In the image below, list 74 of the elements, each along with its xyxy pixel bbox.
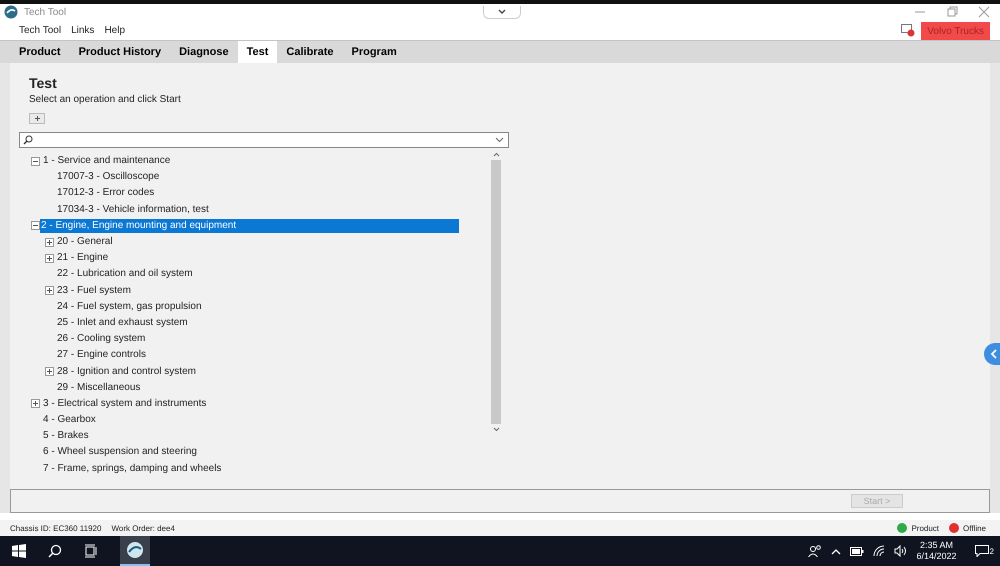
tab[interactable]: Product xyxy=(10,41,70,63)
taskbar-clock[interactable]: 2:35 AM 6/14/2022 xyxy=(916,540,957,562)
windows-start-icon[interactable] xyxy=(12,544,26,558)
close-icon[interactable] xyxy=(978,6,990,18)
menu-item[interactable]: Links xyxy=(66,24,100,36)
tree-item[interactable]: 2 - Engine, Engine mounting and equipment xyxy=(40,218,459,233)
chevron-up-icon[interactable] xyxy=(830,548,840,554)
scroll-up-icon[interactable] xyxy=(492,152,500,157)
page-heading: Test xyxy=(29,75,58,91)
expand-icon[interactable] xyxy=(45,254,54,263)
tree-item[interactable]: 17012-3 - Error codes xyxy=(57,186,154,200)
status-indicator-text: Offline xyxy=(963,524,986,532)
tab[interactable]: Product History xyxy=(70,41,170,63)
app-logo-icon xyxy=(126,541,144,559)
tree-item[interactable]: 22 - Lubrication and oil system xyxy=(57,267,193,282)
tree-item[interactable]: 4 - Gearbox xyxy=(43,413,96,428)
clock-date: 6/14/2022 xyxy=(916,551,957,562)
tree-item[interactable]: 6 - Wheel suspension and steering xyxy=(43,445,197,460)
tab[interactable]: Program xyxy=(342,41,406,63)
monitor-alert-icon[interactable] xyxy=(901,24,916,36)
task-view-icon[interactable] xyxy=(84,544,98,558)
tab[interactable]: Calibrate xyxy=(277,41,342,63)
notification-count: 2 xyxy=(990,546,994,556)
tree-item[interactable]: 7 - Frame, springs, damping and wheels xyxy=(43,462,222,476)
status-indicator-text: Product xyxy=(911,524,940,532)
expand-icon[interactable] xyxy=(45,367,54,376)
plus-icon xyxy=(34,115,40,122)
tree-item[interactable]: 27 - Engine controls xyxy=(57,348,146,362)
tree-item[interactable]: 26 - Cooling system xyxy=(57,332,146,346)
chassis-id-text: Chassis ID: EC360 11920 xyxy=(10,524,102,532)
tree-item[interactable]: 21 - Engine xyxy=(57,251,108,266)
tree-item[interactable]: 28 - Ignition and control system xyxy=(57,364,196,379)
dropdown-caret-icon xyxy=(495,137,504,143)
speech-bubble-icon xyxy=(974,545,989,557)
tree-item[interactable]: 1 - Service and maintenance xyxy=(43,154,170,168)
instruction-text: Select an operation and click Start xyxy=(29,94,182,105)
tree-item[interactable]: 29 - Miscellaneous xyxy=(57,380,140,395)
tree-item[interactable]: 20 - General xyxy=(57,235,113,250)
tree-item[interactable]: 17034-3 - Vehicle information, test xyxy=(57,202,209,217)
tree-item[interactable]: 25 - Inlet and exhaust system xyxy=(57,316,188,330)
search-icon xyxy=(23,135,33,145)
search-field[interactable] xyxy=(19,132,509,148)
chevron-left-icon xyxy=(990,349,998,359)
speaker-icon[interactable] xyxy=(894,545,906,557)
tree-item[interactable]: 3 - Electrical system and instruments xyxy=(43,396,206,411)
window-tab-handle[interactable] xyxy=(483,6,522,18)
expand-icon[interactable] xyxy=(45,286,54,296)
battery-icon[interactable] xyxy=(850,546,864,556)
expand-icon[interactable] xyxy=(31,399,40,408)
notification-button[interactable]: 2 xyxy=(974,545,994,557)
menu-item[interactable]: Help xyxy=(99,24,130,36)
collapse-icon[interactable] xyxy=(31,221,40,230)
taskbar-app-button[interactable] xyxy=(120,536,150,566)
scrollbar-thumb[interactable] xyxy=(491,160,501,424)
expand-all-button[interactable] xyxy=(29,113,45,124)
window-title: Tech Tool xyxy=(24,6,66,18)
tree-item[interactable]: 24 - Fuel system, gas propulsion xyxy=(57,300,202,314)
restore-icon[interactable] xyxy=(946,6,958,18)
search-icon[interactable] xyxy=(48,544,62,558)
tab[interactable]: Diagnose xyxy=(170,41,238,63)
app-logo-icon xyxy=(4,5,18,19)
tree-item[interactable]: 17007-3 - Oscilloscope xyxy=(57,170,160,184)
scroll-down-icon[interactable] xyxy=(492,427,500,432)
expand-icon[interactable] xyxy=(45,238,54,247)
collapse-icon[interactable] xyxy=(31,156,40,166)
tree-item[interactable]: 5 - Brakes xyxy=(43,429,89,444)
clock-time: 2:35 AM xyxy=(920,540,954,551)
tab[interactable]: Test xyxy=(238,41,278,63)
wifi-icon[interactable] xyxy=(872,545,884,557)
people-icon[interactable] xyxy=(808,545,822,557)
menu-item[interactable]: Tech Tool xyxy=(14,24,66,36)
tree-item[interactable]: 23 - Fuel system xyxy=(57,284,131,298)
chevron-down-icon xyxy=(497,8,508,16)
work-order-text: Work Order: dee4 xyxy=(111,524,175,532)
